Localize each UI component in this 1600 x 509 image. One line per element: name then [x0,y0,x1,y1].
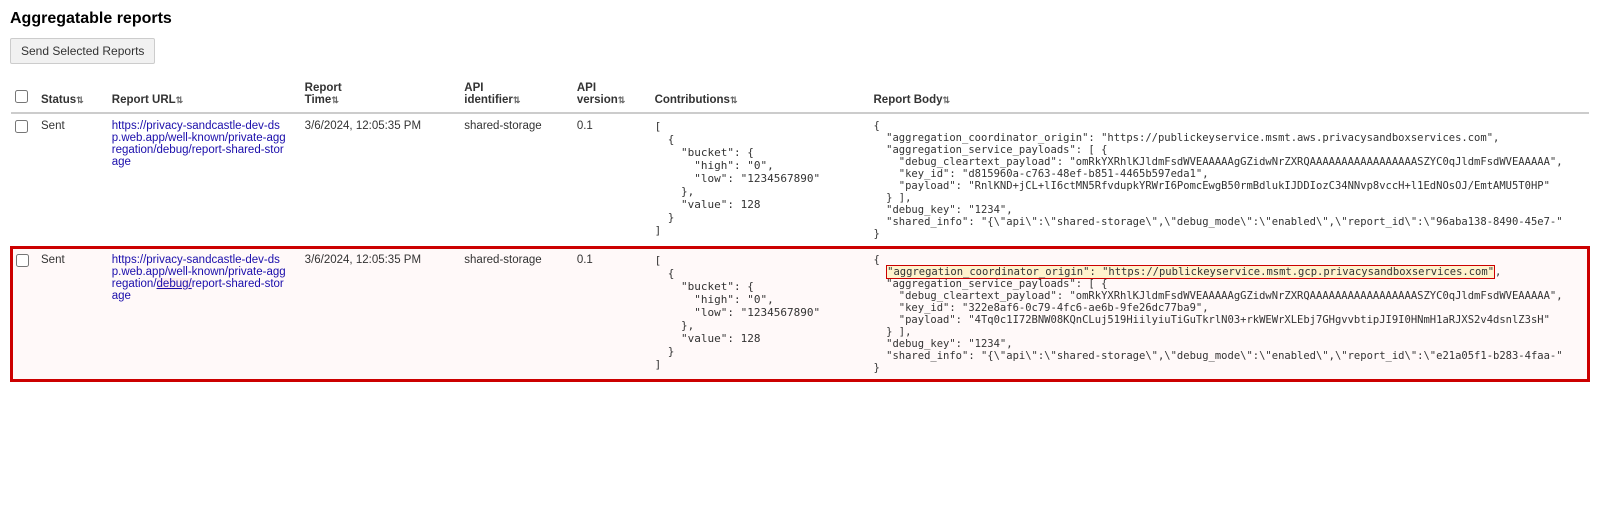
row-status: Sent [33,247,104,381]
row-contributions: [ { "bucket": { "high": "0", "low": "123… [647,247,866,381]
row-api-version: 0.1 [569,247,647,381]
table-row: Senthttps://privacy-sandcastle-dev-dsp.w… [11,113,1589,247]
col-status: Status⇅ [33,76,104,113]
sort-status-icon[interactable]: ⇅ [76,95,84,105]
row-report-body: { "aggregation_coordinator_origin": "htt… [866,113,1590,247]
row-checkbox[interactable] [16,254,29,267]
select-all-header[interactable] [11,76,33,113]
row-api-identifier: shared-storage [456,113,569,247]
row-checkbox-cell [11,247,33,381]
sort-api-id-icon[interactable]: ⇅ [513,95,521,105]
send-selected-reports-button[interactable]: Send Selected Reports [10,38,155,64]
sort-api-ver-icon[interactable]: ⇅ [618,95,626,105]
row-report-time: 3/6/2024, 12:05:35 PM [297,247,457,381]
col-report-body: Report Body⇅ [866,76,1590,113]
row-api-version: 0.1 [569,113,647,247]
highlighted-origin: "aggregation_coordinator_origin": "https… [886,265,1495,279]
table-row: Senthttps://privacy-sandcastle-dev-dsp.w… [11,247,1589,381]
col-api-identifier: APIidentifier⇅ [456,76,569,113]
row-api-identifier: shared-storage [456,247,569,381]
col-contributions: Contributions⇅ [647,76,866,113]
select-all-checkbox[interactable] [15,90,28,103]
table-header-row: Status⇅ Report URL⇅ ReportTime⇅ APIident… [11,76,1589,113]
sort-url-icon[interactable]: ⇅ [176,95,184,105]
col-api-version: APIversion⇅ [569,76,647,113]
sort-contrib-icon[interactable]: ⇅ [730,95,738,105]
page-title: Aggregatable reports [10,10,1590,28]
row-report-body: { "aggregation_coordinator_origin": "htt… [866,247,1590,381]
sort-time-icon[interactable]: ⇅ [331,95,339,105]
reports-table: Status⇅ Report URL⇅ ReportTime⇅ APIident… [10,76,1590,382]
row-report-url[interactable]: https://privacy-sandcastle-dev-dsp.web.a… [104,247,297,381]
row-contributions: [ { "bucket": { "high": "0", "low": "123… [647,113,866,247]
row-checkbox[interactable] [15,120,28,133]
row-report-url[interactable]: https://privacy-sandcastle-dev-dsp.web.a… [104,113,297,247]
col-report-url: Report URL⇅ [104,76,297,113]
debug-highlight: debug/ [157,278,192,290]
sort-body-icon[interactable]: ⇅ [943,95,951,105]
row-checkbox-cell [11,113,33,247]
row-status: Sent [33,113,104,247]
col-report-time: ReportTime⇅ [297,76,457,113]
row-report-time: 3/6/2024, 12:05:35 PM [297,113,457,247]
